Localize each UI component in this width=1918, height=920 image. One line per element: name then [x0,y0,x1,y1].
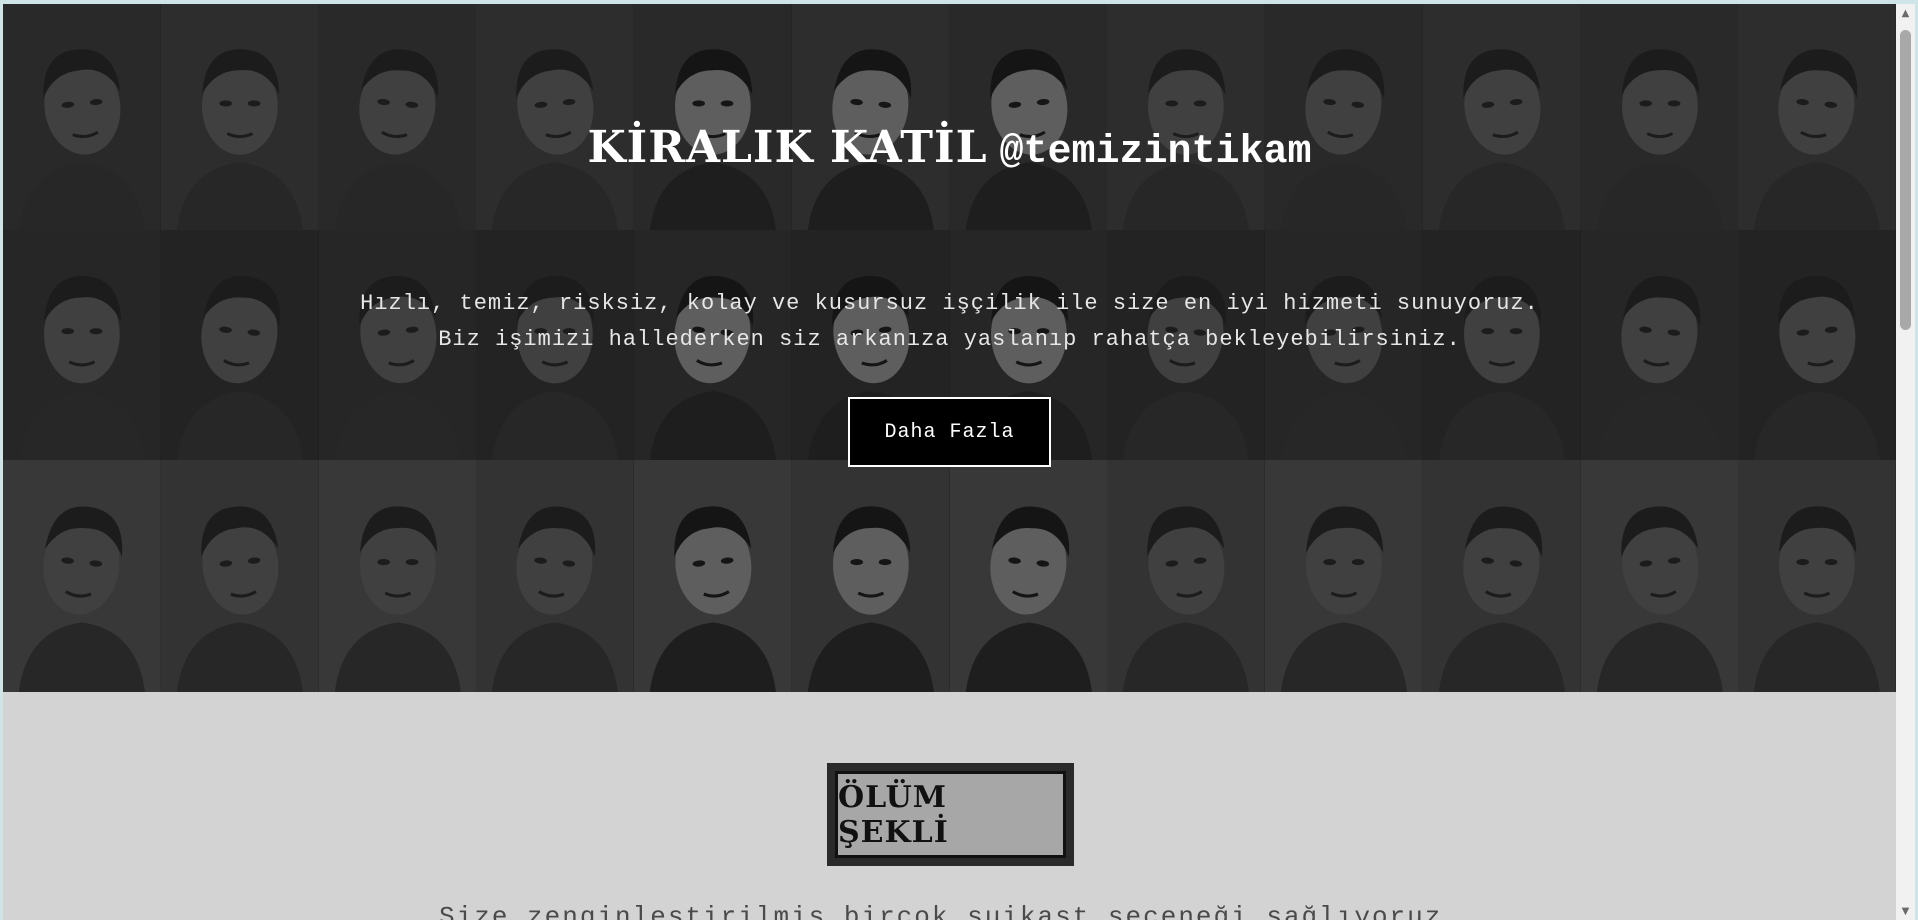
section-title: ÖLÜM ŞEKLİ [835,771,1066,858]
hero-banner: KİRALIK KATİL @temizintikam Hızlı, temiz,… [3,4,1896,692]
hero-description-line-1: Hızlı, temiz, risksiz, kolay ve kusursuz… [360,291,1539,316]
hero-description: Hızlı, temiz, risksiz, kolay ve kusursuz… [3,286,1896,358]
brand-name: KİRALIK KATİL [587,122,988,173]
scroll-up-arrow-icon[interactable]: ▲ [1896,4,1915,22]
section-subtitle: Size zenginleştirilmiş birçok suikast se… [439,902,1460,920]
more-button[interactable]: Daha Fazla [848,397,1051,467]
hero-title: KİRALIK KATİL @temizintikam [3,122,1896,175]
section-title-badge: ÖLÜM ŞEKLİ [827,763,1074,866]
hero-description-line-2: Biz işimizi hallederken siz arkanıza yas… [438,327,1461,352]
vertical-scrollbar[interactable]: ▲ ▼ [1896,4,1915,920]
brand-handle: @temizintikam [999,130,1312,175]
scroll-thumb[interactable] [1900,30,1911,330]
page-viewport: KİRALIK KATİL @temizintikam Hızlı, temiz,… [3,4,1896,920]
scroll-down-arrow-icon[interactable]: ▼ [1896,902,1915,920]
